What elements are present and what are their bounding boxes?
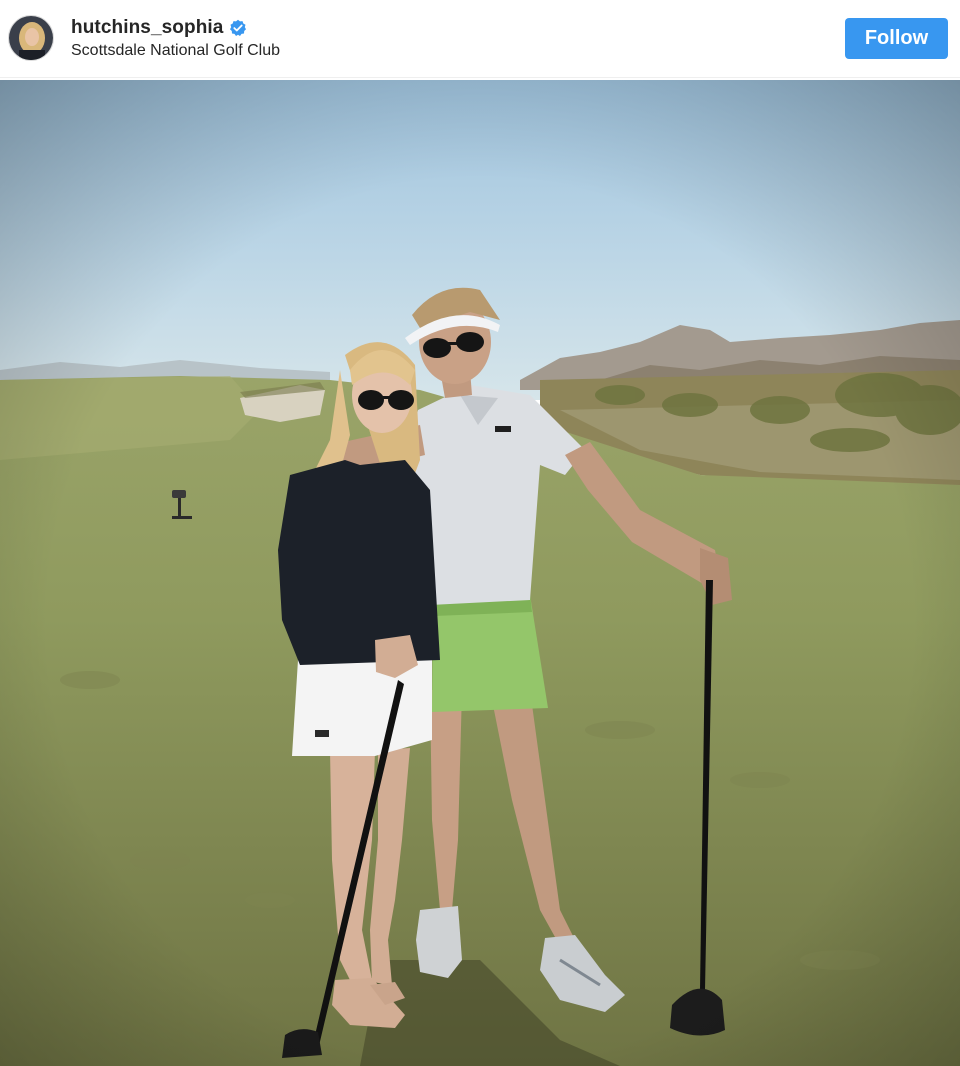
- avatar[interactable]: [8, 15, 54, 61]
- verified-badge-icon: [229, 19, 247, 37]
- location-link[interactable]: Scottsdale National Golf Club: [71, 42, 280, 60]
- golf-course-photo: [0, 80, 960, 1066]
- post-photo: [0, 80, 960, 1066]
- follow-button[interactable]: Follow: [845, 18, 948, 59]
- avatar-photo: [9, 16, 53, 60]
- post-header: hutchins_sophia Scottsdale National Golf…: [0, 0, 960, 78]
- username-link[interactable]: hutchins_sophia: [71, 17, 223, 39]
